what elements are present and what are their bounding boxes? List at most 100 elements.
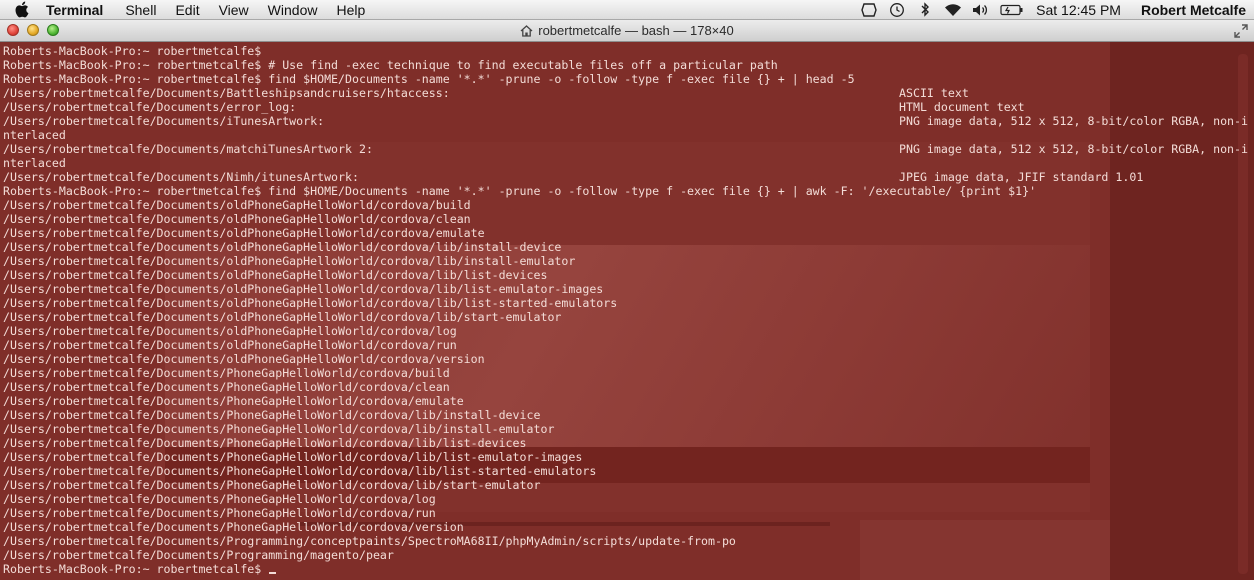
terminal-line: /Users/robertmetcalfe/Documents/Nimh/itu… [3,170,1143,184]
file-type-text: ASCII text [899,86,969,100]
terminal-line-text: /Users/robertmetcalfe/Documents/PhoneGap… [3,478,541,492]
terminal-line: /Users/robertmetcalfe/Documents/PhoneGap… [3,478,1036,492]
terminal-line: /Users/robertmetcalfe/Documents/PhoneGap… [3,380,1036,394]
title-bar[interactable]: robertmetcalfe — bash — 178×40 [0,20,1254,42]
terminal-line-text: /Users/robertmetcalfe/Documents/oldPhone… [3,268,548,282]
terminal-line: nterlaced [3,156,1036,170]
terminal-line-text: /Users/robertmetcalfe/Documents/PhoneGap… [3,492,436,506]
terminal-line-text: /Users/robertmetcalfe/Documents/oldPhone… [3,296,618,310]
terminal-line-text: /Users/robertmetcalfe/Documents/PhoneGap… [3,436,527,450]
cursor [269,572,277,574]
terminal-line-text: /Users/robertmetcalfe/Documents/Programm… [3,534,736,548]
menu-window[interactable]: Window [268,2,318,18]
terminal-line-text: /Users/robertmetcalfe/Documents/oldPhone… [3,282,604,296]
fullscreen-icon[interactable] [1234,24,1248,38]
terminal-line-text: /Users/robertmetcalfe/Documents/PhoneGap… [3,450,583,464]
terminal-line: /Users/robertmetcalfe/Documents/PhoneGap… [3,408,1036,422]
terminal-line: /Users/robertmetcalfe/Documents/oldPhone… [3,282,1036,296]
terminal-line: /Users/robertmetcalfe/Documents/PhoneGap… [3,492,1036,506]
terminal-line: /Users/robertmetcalfe/Documents/PhoneGap… [3,464,1036,478]
window-controls [7,24,67,36]
terminal-line: /Users/robertmetcalfe/Documents/iTunesAr… [3,114,1248,128]
terminal-line-text: /Users/robertmetcalfe/Documents/oldPhone… [3,240,562,254]
terminal-line-text: /Users/robertmetcalfe/Documents/PhoneGap… [3,506,436,520]
zoom-button[interactable] [47,24,59,36]
menu-bar: Terminal Shell Edit View Window Help Sat… [0,0,1254,20]
file-type-text: JPEG image data, JFIF standard 1.01 [899,170,1144,184]
terminal-line: /Users/robertmetcalfe/Documents/PhoneGap… [3,436,1036,450]
terminal-line-text: Roberts-MacBook-Pro:~ robertmetcalfe$ [3,44,262,58]
terminal-content[interactable]: Roberts-MacBook-Pro:~ robertmetcalfe$ Rob… [0,42,1254,580]
terminal-line-text: /Users/robertmetcalfe/Documents/Programm… [3,548,394,562]
terminal-line-text: /Users/robertmetcalfe/Documents/PhoneGap… [3,422,555,436]
apple-logo-icon[interactable] [12,1,30,19]
wifi-icon[interactable] [944,3,962,17]
menu-app-terminal[interactable]: Terminal [46,2,103,18]
terminal-line-text: /Users/robertmetcalfe/Documents/PhoneGap… [3,520,464,534]
close-button[interactable] [7,24,19,36]
dropbox-icon[interactable] [860,2,878,17]
terminal-line: Roberts-MacBook-Pro:~ robertmetcalfe$ # … [3,58,1036,72]
terminal-line-text: /Users/robertmetcalfe/Documents/oldPhone… [3,212,471,226]
terminal-line: /Users/robertmetcalfe/Documents/PhoneGap… [3,366,1036,380]
terminal-line: Roberts-MacBook-Pro:~ robertmetcalfe$ fi… [3,184,1036,198]
terminal-line-text: Roberts-MacBook-Pro:~ robertmetcalfe$ fi… [3,184,1037,198]
terminal-line: /Users/robertmetcalfe/Documents/oldPhone… [3,310,1036,324]
terminal-line-text: /Users/robertmetcalfe/Documents/PhoneGap… [3,394,464,408]
terminal-line: /Users/robertmetcalfe/Documents/PhoneGap… [3,422,1036,436]
menu-view[interactable]: View [219,2,249,18]
battery-icon[interactable] [1000,3,1024,17]
terminal-line-text: /Users/robertmetcalfe/Documents/iTunesAr… [3,114,325,128]
home-folder-icon [520,24,533,37]
terminal-line: Roberts-MacBook-Pro:~ robertmetcalfe$ [3,44,1036,58]
terminal-line-text: /Users/robertmetcalfe/Documents/oldPhone… [3,254,576,268]
terminal-line-text: /Users/robertmetcalfe/Documents/PhoneGap… [3,380,450,394]
terminal-line: /Users/robertmetcalfe/Documents/PhoneGap… [3,506,1036,520]
terminal-line: /Users/robertmetcalfe/Documents/PhoneGap… [3,520,1036,534]
terminal-line-text: /Users/robertmetcalfe/Documents/PhoneGap… [3,408,541,422]
terminal-line: /Users/robertmetcalfe/Documents/PhoneGap… [3,394,1036,408]
terminal-line: /Users/robertmetcalfe/Documents/oldPhone… [3,226,1036,240]
terminal-line-text: /Users/robertmetcalfe/Documents/Nimh/itu… [3,170,359,184]
terminal-line: /Users/robertmetcalfe/Documents/oldPhone… [3,268,1036,282]
bluetooth-icon[interactable] [916,2,934,17]
terminal-line-text: /Users/robertmetcalfe/Documents/oldPhone… [3,226,485,240]
terminal-line: /Users/robertmetcalfe/Documents/oldPhone… [3,338,1036,352]
file-type-text: PNG image data, 512 x 512, 8-bit/color R… [899,114,1249,128]
terminal-line: nterlaced [3,128,1036,142]
terminal-output[interactable]: Roberts-MacBook-Pro:~ robertmetcalfe$ Rob… [3,44,1248,576]
terminal-window: robertmetcalfe — bash — 178×40 Roberts-M… [0,20,1254,580]
menubar-user[interactable]: Robert Metcalfe [1141,2,1246,18]
window-title: robertmetcalfe — bash — 178×40 [538,23,734,38]
terminal-line: /Users/robertmetcalfe/Documents/oldPhone… [3,296,1036,310]
terminal-line-text: Roberts-MacBook-Pro:~ robertmetcalfe$ [3,562,262,576]
window-title-wrap: robertmetcalfe — bash — 178×40 [520,23,734,38]
time-machine-icon[interactable] [888,2,906,17]
terminal-line-text: /Users/robertmetcalfe/Documents/error_lo… [3,100,297,114]
terminal-line-text: /Users/robertmetcalfe/Documents/PhoneGap… [3,366,450,380]
terminal-line: /Users/robertmetcalfe/Documents/Programm… [3,548,1036,562]
volume-icon[interactable] [972,3,990,17]
terminal-line-text: /Users/robertmetcalfe/Documents/oldPhone… [3,198,471,212]
file-type-text: HTML document text [899,100,1025,114]
terminal-line: /Users/robertmetcalfe/Documents/oldPhone… [3,254,1036,268]
minimize-button[interactable] [27,24,39,36]
terminal-line-text: nterlaced [3,128,66,142]
terminal-line-text: /Users/robertmetcalfe/Documents/oldPhone… [3,338,457,352]
menu-edit[interactable]: Edit [175,2,199,18]
terminal-line: /Users/robertmetcalfe/Documents/Battlesh… [3,86,1036,100]
scrollbar[interactable] [1238,54,1248,574]
terminal-line-text: /Users/robertmetcalfe/Documents/oldPhone… [3,310,562,324]
menubar-clock[interactable]: Sat 12:45 PM [1036,2,1121,18]
menu-shell[interactable]: Shell [125,2,156,18]
terminal-line: Roberts-MacBook-Pro:~ robertmetcalfe$ fi… [3,72,1036,86]
terminal-prompt-line: Roberts-MacBook-Pro:~ robertmetcalfe$ [3,562,1036,576]
terminal-line-text: /Users/robertmetcalfe/Documents/oldPhone… [3,352,485,366]
terminal-line: /Users/robertmetcalfe/Documents/matchiTu… [3,142,1248,156]
terminal-line: /Users/robertmetcalfe/Documents/Programm… [3,534,1036,548]
menu-help[interactable]: Help [336,2,365,18]
terminal-line: /Users/robertmetcalfe/Documents/oldPhone… [3,324,1036,338]
file-type-text: PNG image data, 512 x 512, 8-bit/color R… [899,142,1249,156]
terminal-line: /Users/robertmetcalfe/Documents/oldPhone… [3,198,1036,212]
terminal-line: /Users/robertmetcalfe/Documents/oldPhone… [3,212,1036,226]
